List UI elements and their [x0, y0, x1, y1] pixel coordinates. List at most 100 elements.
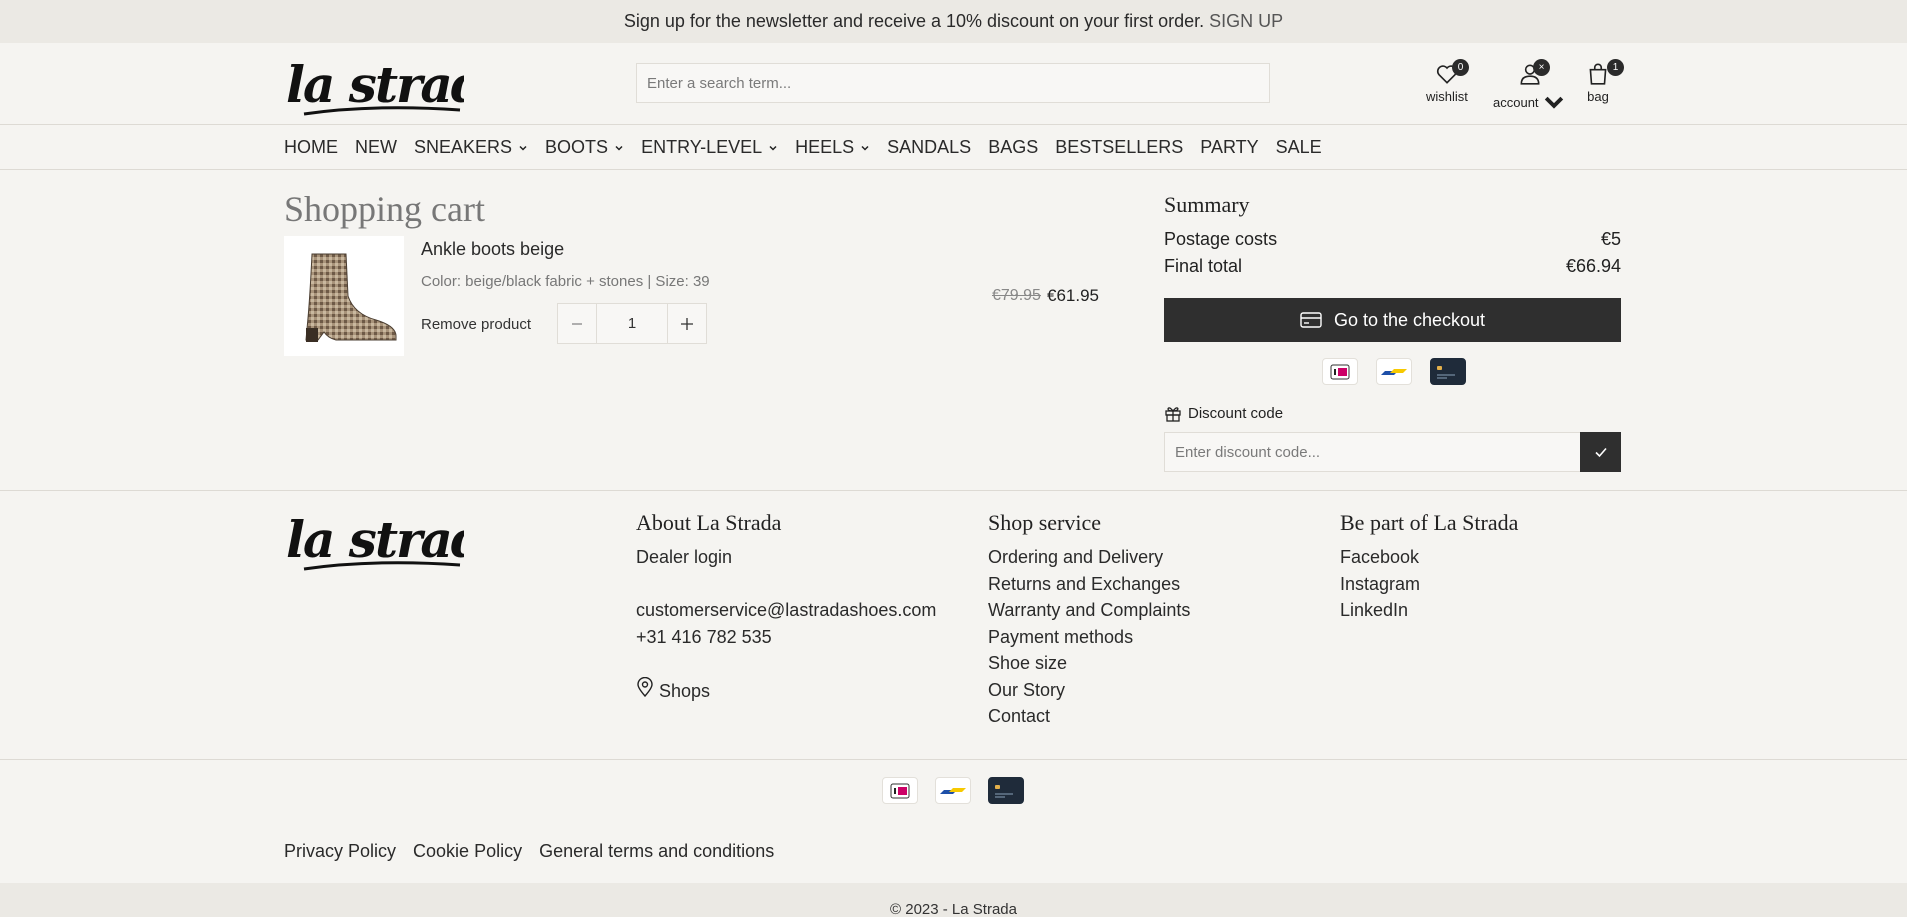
footer-about-title: About La Strada [636, 510, 782, 535]
footer-service-column: Shop service Ordering and Delivery Retur… [988, 510, 1190, 730]
shops-link[interactable]: Shops [636, 676, 936, 705]
postage-value: €5 [1600, 229, 1621, 249]
la-strada-logo[interactable]: la strada [284, 50, 464, 120]
terms-link[interactable]: General terms and conditions [539, 841, 774, 862]
account-status-badge: × [1533, 59, 1550, 76]
facebook-link[interactable]: Facebook [1340, 544, 1518, 571]
nav-item-home[interactable]: HOME [284, 137, 338, 158]
original-price: €79.95 [992, 287, 1041, 304]
nav-label: SNEAKERS [414, 137, 513, 157]
bag-count-badge: 1 [1607, 59, 1624, 76]
cookie-policy-link[interactable]: Cookie Policy [413, 841, 522, 862]
search-input[interactable] [636, 63, 1270, 103]
footer-service-title: Shop service [988, 510, 1102, 535]
credit-card-icon [988, 777, 1024, 804]
ideal-icon [1322, 358, 1358, 385]
signup-link[interactable]: SIGN UP [1209, 11, 1283, 32]
nav-item-entry-level[interactable]: ENTRY-LEVEL [641, 137, 778, 158]
account-button[interactable]: × account [1493, 59, 1567, 115]
quantity-stepper: 1 [557, 303, 707, 344]
credit-card-icon [1430, 358, 1466, 385]
footer-service-link[interactable]: Shoe size [988, 650, 1190, 677]
nav-label: BOOTS [545, 137, 609, 157]
discount-code-input[interactable] [1164, 432, 1581, 472]
nav-label: ENTRY-LEVEL [641, 137, 763, 157]
product-image[interactable] [284, 236, 404, 356]
footer-payment-methods [882, 777, 1024, 804]
apply-discount-button[interactable] [1580, 432, 1621, 472]
dealer-login-link[interactable]: Dealer login [636, 544, 936, 571]
privacy-policy-link[interactable]: Privacy Policy [284, 841, 396, 862]
wishlist-button[interactable]: 0 wishlist [1426, 59, 1469, 104]
nav-item-sale[interactable]: SALE [1276, 137, 1322, 158]
nav-item-party[interactable]: PARTY [1200, 137, 1258, 158]
nav-item-sneakers[interactable]: SNEAKERS [414, 137, 528, 158]
footer-social-column: Be part of La Strada Facebook Instagram … [1340, 510, 1518, 624]
nav-label: SALE [1275, 137, 1322, 157]
location-pin-icon [637, 676, 653, 697]
chevron-down-icon [1544, 96, 1563, 109]
wishlist-label: wishlist [1426, 89, 1468, 104]
postage-row: Postage costs €5 [1164, 229, 1621, 250]
nav-item-bags[interactable]: BAGS [988, 137, 1038, 158]
footer-la-strada-logo[interactable]: la strada [284, 505, 464, 575]
banner-text: Sign up for the newsletter and receive a… [623, 11, 1205, 31]
chevron-down-icon [519, 145, 527, 151]
discount-label-text: Discount code [1188, 404, 1284, 422]
bag-button[interactable]: 1 bag [1585, 59, 1624, 104]
nav-item-bestsellers[interactable]: BESTSELLERS [1055, 137, 1183, 158]
bancontact-icon [1376, 358, 1412, 385]
total-row: Final total €66.94 [1164, 256, 1621, 277]
email-link[interactable]: customerservice@lastradashoes.com [636, 597, 936, 624]
footer-service-link[interactable]: Payment methods [988, 624, 1190, 651]
bag-label: bag [1587, 89, 1609, 104]
account-label: account [1493, 94, 1539, 110]
svg-text:la strada: la strada [286, 55, 464, 114]
plus-icon [681, 317, 693, 330]
footer-service-link[interactable]: Contact [988, 703, 1190, 730]
postage-label: Postage costs [1164, 229, 1278, 249]
svg-text:la strada: la strada [286, 510, 464, 569]
footer-service-link[interactable]: Warranty and Complaints [988, 597, 1190, 624]
nav-item-new[interactable]: NEW [355, 137, 397, 158]
footer-service-link[interactable]: Returns and Exchanges [988, 571, 1190, 598]
nav-item-sandals[interactable]: SANDALS [887, 137, 971, 158]
site-header: la strada 0 wishlist × account 1 bag [0, 43, 1907, 125]
linkedin-link[interactable]: LinkedIn [1340, 597, 1518, 624]
nav-item-boots[interactable]: BOOTS [545, 137, 624, 158]
nav-label: NEW [355, 137, 397, 157]
summary-title: Summary [1164, 192, 1250, 217]
newsletter-banner: Sign up for the newsletter and receive a… [0, 0, 1907, 43]
sale-price: €61.95 [1047, 286, 1099, 305]
copyright-text: © 2023 - La Strada [890, 901, 1017, 917]
gift-icon [1165, 407, 1181, 422]
remove-product-button[interactable]: Remove product [421, 316, 531, 333]
total-value: €66.94 [1565, 256, 1621, 276]
nav-label: SANDALS [887, 137, 972, 157]
chevron-down-icon [615, 145, 623, 151]
checkout-button[interactable]: Go to the checkout [1164, 298, 1621, 342]
nav-list: HOME NEW SNEAKERS BOOTS ENTRY-LEVEL HEEL… [284, 137, 1339, 158]
product-name[interactable]: Ankle boots beige [421, 239, 564, 260]
summary-payment-methods [1322, 358, 1466, 385]
nav-item-heels[interactable]: HEELS [795, 137, 870, 158]
check-icon [1594, 447, 1607, 458]
page-title: Shopping cart [284, 189, 485, 229]
phone-link[interactable]: +31 416 782 535 [636, 624, 936, 651]
instagram-link[interactable]: Instagram [1340, 571, 1518, 598]
product-meta: Color: beige/black fabric + stones | Siz… [421, 273, 710, 290]
ideal-icon [882, 777, 918, 804]
footer-service-link[interactable]: Ordering and Delivery [988, 544, 1190, 571]
quantity-value[interactable]: 1 [596, 304, 668, 343]
total-label: Final total [1164, 256, 1243, 276]
footer-service-link[interactable]: Our Story [988, 677, 1190, 704]
legal-links: Privacy Policy Cookie Policy General ter… [284, 841, 774, 862]
footer-about-column: About La Strada Dealer login customerser… [636, 510, 936, 704]
nav-label: PARTY [1200, 137, 1259, 157]
nav-label: BESTSELLERS [1055, 137, 1184, 157]
decrease-quantity-button[interactable] [558, 304, 596, 343]
nav-label: HEELS [795, 137, 855, 157]
account-label-wrap: account [1493, 89, 1567, 115]
increase-quantity-button[interactable] [668, 304, 706, 343]
footer-social-title: Be part of La Strada [1340, 510, 1519, 535]
